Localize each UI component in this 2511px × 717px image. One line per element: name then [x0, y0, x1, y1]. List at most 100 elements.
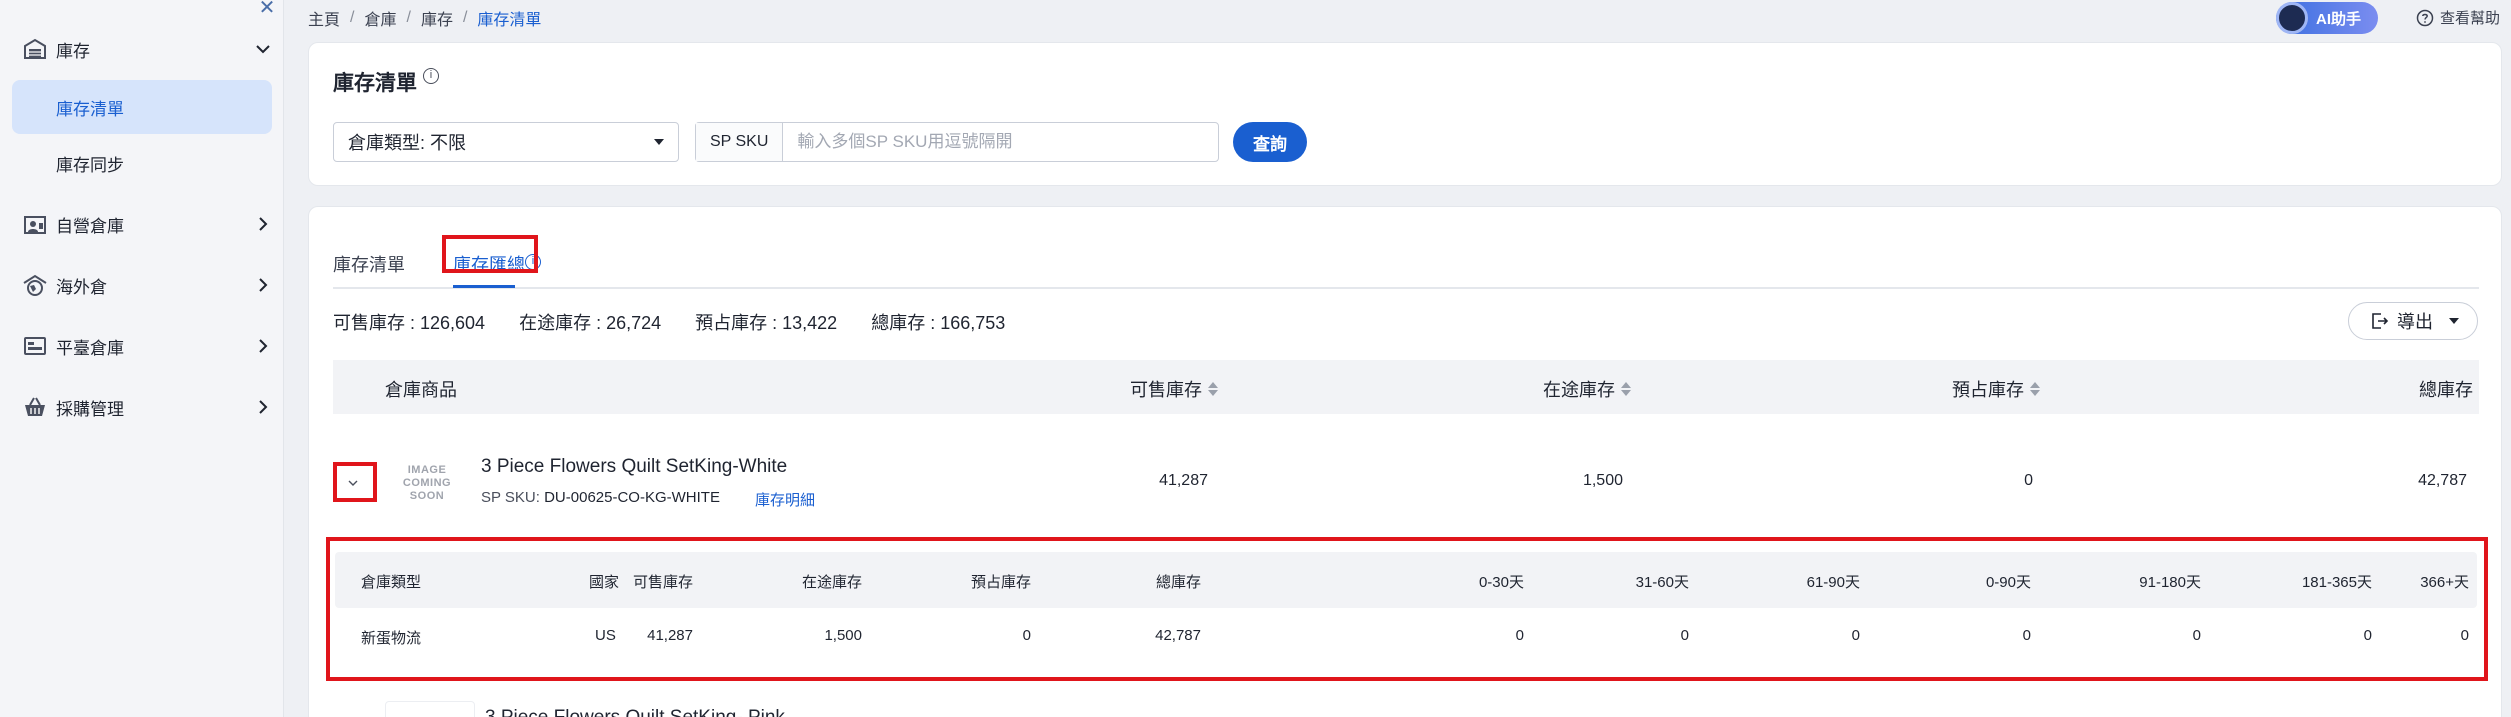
- close-icon[interactable]: ✕: [256, 0, 278, 18]
- column-header-label: 在途庫存: [1543, 380, 1615, 400]
- expand-row-button[interactable]: [339, 469, 367, 497]
- detail-cell: 0: [2363, 627, 2372, 644]
- detail-table-row: 新蛋物流 US 41,287 1,500 0 42,787 0 0 0 0 0 …: [335, 608, 2477, 662]
- breadcrumb-separator: /: [462, 9, 468, 26]
- breadcrumb-warehouse[interactable]: 倉庫: [364, 6, 396, 30]
- column-header-reserved[interactable]: 預占庫存: [1952, 376, 2040, 402]
- warehouse-type-value: 倉庫類型: 不限: [348, 133, 467, 153]
- product-name: 3 Piece Flowers Quilt SetKing- Pink: [485, 707, 785, 717]
- breadcrumb-separator: /: [406, 9, 411, 26]
- summary-in-transit: 在途庫存 : 26,724: [519, 313, 662, 333]
- inventory-detail-link[interactable]: 庫存明細: [755, 489, 815, 510]
- detail-cell: 0: [1515, 627, 1524, 644]
- chevron-down-icon: [348, 480, 358, 486]
- detail-cell: 0: [2460, 627, 2469, 644]
- sidebar-group-purchasing[interactable]: 採購管理: [0, 387, 284, 427]
- sidebar-group-label: 採購管理: [56, 399, 124, 419]
- sku-value: DU-00625-CO-KG-WHITE: [544, 489, 720, 506]
- cell-sellable: 41,287: [1159, 472, 1208, 489]
- chevron-right-icon: [259, 400, 268, 414]
- breadcrumb-separator: /: [350, 9, 355, 26]
- help-icon: [2416, 9, 2434, 26]
- sidebar-group-platform-warehouse[interactable]: 平臺倉庫: [0, 326, 284, 366]
- detail-cell: 0: [2192, 627, 2201, 644]
- column-header-total: 總庫存: [2419, 376, 2473, 402]
- detail-header-cell: 預占庫存: [970, 574, 1031, 591]
- detail-header-cell: 0-90天: [1985, 574, 2031, 591]
- help-label: 查看幫助: [2440, 10, 2501, 27]
- detail-header-cell: 總庫存: [1155, 574, 1201, 591]
- product-name: 3 Piece Flowers Quilt SetKing-White: [481, 456, 788, 477]
- page-title: 庫存清單: [333, 72, 417, 95]
- column-header-product: 倉庫商品: [385, 376, 457, 402]
- sku-prefix-label: SP SKU: [696, 123, 784, 161]
- info-icon[interactable]: i: [525, 254, 541, 270]
- basket-icon: [25, 397, 45, 416]
- sort-icon: [2030, 382, 2040, 396]
- sidebar: ✕ 庫存 庫存清單 庫存同步 自營倉庫 海外倉 平臺倉庫 採購管理: [0, 0, 284, 717]
- info-icon[interactable]: i: [423, 68, 439, 84]
- tab-bar: 庫存清單 庫存匯總 i: [333, 247, 2479, 289]
- sku-search-field: SP SKU: [695, 122, 1219, 162]
- sidebar-item-label: 庫存同步: [56, 155, 124, 175]
- breadcrumb-home[interactable]: 主頁: [308, 6, 340, 30]
- product-thumbnail: [385, 701, 475, 717]
- sku-search-input[interactable]: [783, 123, 1218, 161]
- sidebar-item-inventory-list[interactable]: 庫存清單: [12, 80, 272, 134]
- detail-header-cell: 31-60天: [1635, 574, 1689, 591]
- detail-cell: 41,287: [647, 627, 693, 644]
- summary-total: 總庫存 : 166,753: [871, 313, 1006, 333]
- detail-cell: 0: [2022, 627, 2031, 644]
- detail-cell: US: [595, 627, 616, 644]
- cell-in-transit: 1,500: [1582, 472, 1623, 489]
- tab-inventory-summary[interactable]: 庫存匯總: [453, 251, 525, 277]
- detail-header-cell: 61-90天: [1806, 574, 1860, 591]
- warehouse-type-select[interactable]: 倉庫類型: 不限: [333, 122, 679, 162]
- detail-header-cell: 181-365天: [2301, 574, 2372, 591]
- platform-warehouse-icon: [24, 337, 46, 355]
- breadcrumb: 主頁 / 倉庫 / 庫存 / 庫存清單: [308, 6, 541, 30]
- sidebar-group-label: 自營倉庫: [56, 216, 124, 236]
- detail-cell: 0: [1680, 627, 1689, 644]
- chevron-right-icon: [259, 339, 268, 353]
- chevron-right-icon: [259, 278, 268, 292]
- globe-icon: [23, 274, 47, 296]
- detail-header-cell: 91-180天: [2139, 574, 2201, 591]
- export-button[interactable]: 導出: [2348, 302, 2478, 340]
- sku-label: SP SKU:: [481, 489, 540, 506]
- chevron-right-icon: [259, 217, 268, 231]
- sidebar-item-inventory-sync[interactable]: 庫存同步: [12, 136, 272, 190]
- sidebar-group-label: 平臺倉庫: [56, 338, 124, 358]
- ai-assistant-button[interactable]: AI助手: [2276, 2, 2378, 34]
- detail-table-header: 倉庫類型 國家 可售庫存 在途庫存 預占庫存 總庫存 0-30天 31-60天 …: [335, 552, 2477, 608]
- column-header-in-transit[interactable]: 在途庫存: [1543, 376, 1631, 402]
- product-thumbnail: IMAGE COMING SOON: [402, 463, 452, 502]
- sidebar-group-inventory[interactable]: 庫存: [0, 29, 284, 69]
- column-header-sellable[interactable]: 可售庫存: [1130, 376, 1218, 402]
- detail-header-cell: 0-30天: [1478, 574, 1524, 591]
- detail-cell: 0: [1851, 627, 1860, 644]
- table-row: IMAGE COMING SOON 3 Piece Flowers Quilt …: [333, 414, 2479, 534]
- detail-cell: 1,500: [824, 627, 862, 644]
- table-header: 倉庫商品 可售庫存 在途庫存 預占庫存 總庫存: [333, 360, 2479, 414]
- sidebar-group-overseas[interactable]: 海外倉: [0, 265, 284, 305]
- sort-icon: [1621, 382, 1631, 396]
- query-button[interactable]: 查詢: [1233, 122, 1307, 162]
- sort-icon: [1208, 382, 1218, 396]
- caret-down-icon: [654, 139, 664, 145]
- cell-reserved: 0: [2024, 472, 2033, 489]
- breadcrumb-current: 庫存清單: [477, 12, 542, 29]
- detail-header-cell: 366+天: [2420, 574, 2469, 591]
- sidebar-group-label: 海外倉: [56, 277, 107, 297]
- column-header-label: 可售庫存: [1130, 380, 1202, 400]
- ai-avatar-icon: [2276, 2, 2308, 34]
- help-link[interactable]: 查看幫助: [2416, 7, 2500, 28]
- detail-cell: 0: [1022, 627, 1031, 644]
- detail-cell: 新蛋物流: [361, 630, 422, 647]
- tab-inventory-list[interactable]: 庫存清單: [333, 251, 405, 277]
- tab-active-indicator: [453, 285, 515, 288]
- export-label: 導出: [2397, 312, 2433, 332]
- breadcrumb-inventory[interactable]: 庫存: [421, 6, 453, 30]
- sidebar-group-own-warehouse[interactable]: 自營倉庫: [0, 204, 284, 244]
- sidebar-group-label: 庫存: [56, 41, 90, 61]
